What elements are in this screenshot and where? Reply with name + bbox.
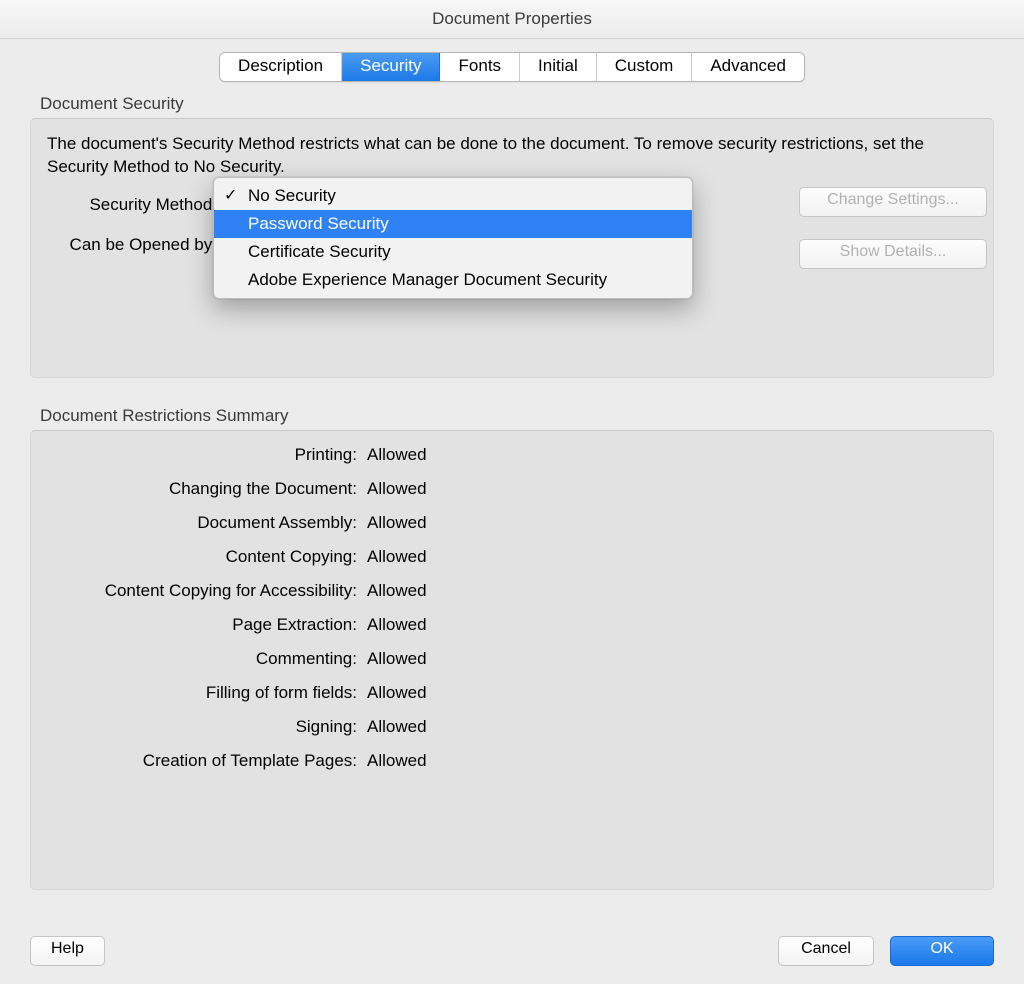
restriction-value: Allowed <box>367 547 427 567</box>
document-properties-window: Document Properties Description Security… <box>0 0 1024 984</box>
restriction-value: Allowed <box>367 445 427 465</box>
document-security-panel: The document's Security Method restricts… <box>30 118 994 378</box>
restriction-row: Document Assembly:Allowed <box>47 513 977 533</box>
restriction-row: Content Copying for Accessibility:Allowe… <box>47 581 977 601</box>
restriction-value: Allowed <box>367 581 427 601</box>
cancel-button[interactable]: Cancel <box>778 936 874 966</box>
security-method-label: Security Method: <box>47 195 225 215</box>
opened-by-label: Can be Opened by: <box>47 235 225 255</box>
security-description: The document's Security Method restricts… <box>47 133 977 179</box>
dropdown-option-certificate-security[interactable]: Certificate Security <box>214 238 692 266</box>
restriction-value: Allowed <box>367 717 427 737</box>
restriction-row: Content Copying:Allowed <box>47 547 977 567</box>
dropdown-option-label: No Security <box>248 186 336 205</box>
restriction-row: Signing:Allowed <box>47 717 977 737</box>
restriction-row: Page Extraction:Allowed <box>47 615 977 635</box>
ok-button[interactable]: OK <box>890 936 994 966</box>
restriction-value: Allowed <box>367 479 427 499</box>
restriction-row: Printing:Allowed <box>47 445 977 465</box>
restriction-label: Printing: <box>47 445 367 465</box>
document-security-label: Document Security <box>40 94 994 114</box>
restriction-value: Allowed <box>367 513 427 533</box>
dropdown-option-label: Password Security <box>248 214 389 233</box>
dropdown-option-label: Certificate Security <box>248 242 391 261</box>
restriction-row: Filling of form fields:Allowed <box>47 683 977 703</box>
restriction-label: Content Copying for Accessibility: <box>47 581 367 601</box>
restriction-row: Creation of Template Pages:Allowed <box>47 751 977 771</box>
restriction-value: Allowed <box>367 615 427 635</box>
restriction-value: Allowed <box>367 649 427 669</box>
restriction-label: Changing the Document: <box>47 479 367 499</box>
restriction-row: Commenting:Allowed <box>47 649 977 669</box>
restriction-label: Page Extraction: <box>47 615 367 635</box>
change-settings-button[interactable]: Change Settings... <box>799 187 987 217</box>
window-title: Document Properties <box>0 0 1024 39</box>
restriction-label: Signing: <box>47 717 367 737</box>
restrictions-summary-label: Document Restrictions Summary <box>40 406 994 426</box>
help-button[interactable]: Help <box>30 936 105 966</box>
restriction-value: Allowed <box>367 751 427 771</box>
restriction-label: Commenting: <box>47 649 367 669</box>
dropdown-option-label: Adobe Experience Manager Document Securi… <box>248 270 607 289</box>
restriction-label: Creation of Template Pages: <box>47 751 367 771</box>
dropdown-option-aem-document-security[interactable]: Adobe Experience Manager Document Securi… <box>214 266 692 294</box>
restriction-row: Changing the Document:Allowed <box>47 479 977 499</box>
restrictions-panel: Printing:AllowedChanging the Document:Al… <box>30 430 994 890</box>
show-details-button[interactable]: Show Details... <box>799 239 987 269</box>
restriction-label: Filling of form fields: <box>47 683 367 703</box>
dropdown-option-password-security[interactable]: Password Security <box>214 210 692 238</box>
dropdown-option-no-security[interactable]: ✓ No Security <box>214 182 692 210</box>
security-method-dropdown[interactable]: ✓ No Security Password Security Certific… <box>213 177 693 299</box>
dialog-footer: Help Cancel OK <box>30 936 994 966</box>
restriction-label: Content Copying: <box>47 547 367 567</box>
restriction-value: Allowed <box>367 683 427 703</box>
checkmark-icon: ✓ <box>224 184 237 208</box>
content-area: Document Security The document's Securit… <box>30 66 994 924</box>
restriction-label: Document Assembly: <box>47 513 367 533</box>
